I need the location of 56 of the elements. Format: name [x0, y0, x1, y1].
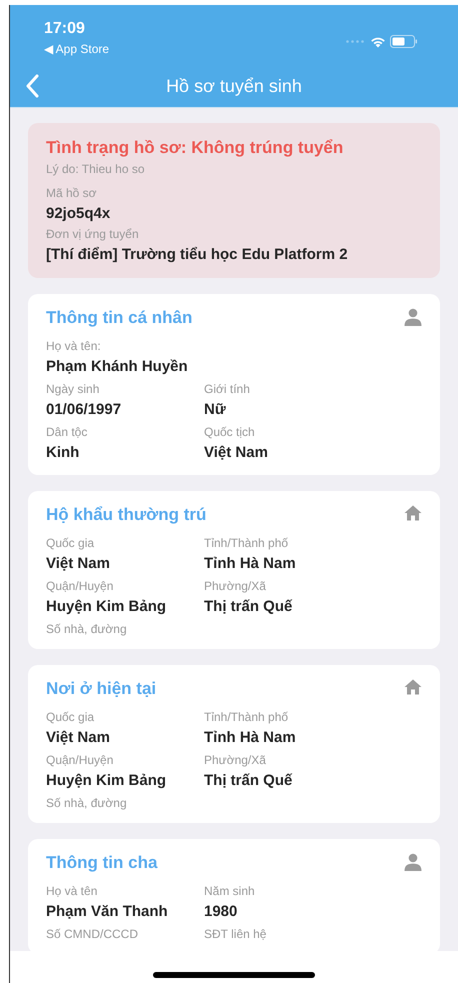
field-value: Thị trấn Quế	[204, 597, 294, 617]
section-title: Thông tin cha	[46, 852, 158, 874]
field-value: Tỉnh Hà Nam	[204, 728, 297, 748]
field-label: Năm sinh	[204, 883, 256, 900]
field-label: Họ và tên:	[46, 338, 102, 355]
field-value: Thị trấn Quế	[204, 771, 294, 791]
field-label: Phường/Xã	[204, 578, 267, 595]
field-value: [Thí điểm] Trường tiểu học Edu Platform 2	[46, 245, 349, 265]
field-label: Số nhà, đường	[46, 795, 128, 812]
field-value: 01/06/1997	[46, 400, 122, 420]
signal-icon	[346, 40, 366, 43]
battery-icon	[390, 35, 418, 48]
screen-title: Hồ sơ tuyển sinh	[166, 74, 302, 98]
field-value: Việt Nam	[204, 443, 269, 463]
field-label: Số nhà, đường	[46, 621, 128, 638]
home-icon	[404, 505, 422, 521]
field-label: Ngày sinh	[46, 381, 100, 398]
field-label: Quốc gia	[46, 709, 96, 726]
section-title: Thông tin cá nhân	[46, 307, 192, 329]
field-value: Huyện Kim Bảng	[46, 597, 168, 617]
field-value: Việt Nam	[46, 728, 111, 748]
field-label: Tỉnh/Thành phố	[204, 709, 290, 726]
field-label: Tỉnh/Thành phố	[204, 535, 290, 552]
field-label: Mã hồ sơ	[46, 185, 98, 202]
person-icon	[404, 308, 422, 326]
wifi-icon	[370, 36, 386, 48]
field-label: Giới tính	[204, 381, 251, 398]
section-title: Hộ khẩu thường trú	[46, 504, 206, 526]
field-label: Quốc tịch	[204, 424, 256, 441]
field-value: 1980	[204, 902, 238, 922]
field-label: Quận/Huyện	[46, 752, 114, 769]
field-value: Huyện Kim Bảng	[46, 771, 168, 791]
section-title: Nơi ở hiện tại	[46, 678, 156, 700]
field-label: Phường/Xã	[204, 752, 267, 769]
field-value: Việt Nam	[46, 554, 111, 574]
back-to-app-link[interactable]: ◀ App Store	[44, 41, 110, 57]
status-text: Tình trạng hồ sơ: Không trúng tuyển	[46, 137, 344, 159]
home-icon	[404, 679, 422, 695]
field-value: Nữ	[204, 400, 227, 420]
field-value: 92jo5q4x	[46, 204, 112, 224]
field-label: SĐT liên hệ	[204, 926, 268, 943]
field-label: Đơn vị ứng tuyển	[46, 226, 140, 243]
field-label: Quận/Huyện	[46, 578, 114, 595]
field-value: Tỉnh Hà Nam	[204, 554, 297, 574]
person-icon	[404, 853, 422, 871]
field-value: Kinh	[46, 443, 80, 463]
chevron-left-icon	[25, 74, 39, 98]
reason-text: Lý do: Thieu ho so	[46, 161, 146, 178]
field-label: Số CMND/CCCD	[46, 926, 140, 943]
field-label: Dân tộc	[46, 424, 88, 441]
field-value: Phạm Khánh Huyền	[46, 357, 189, 377]
back-button[interactable]	[24, 73, 40, 99]
field-value: Phạm Văn Thanh	[46, 902, 169, 922]
status-time: 17:09	[44, 19, 86, 39]
field-label: Họ và tên	[46, 883, 98, 900]
field-label: Quốc gia	[46, 535, 96, 552]
